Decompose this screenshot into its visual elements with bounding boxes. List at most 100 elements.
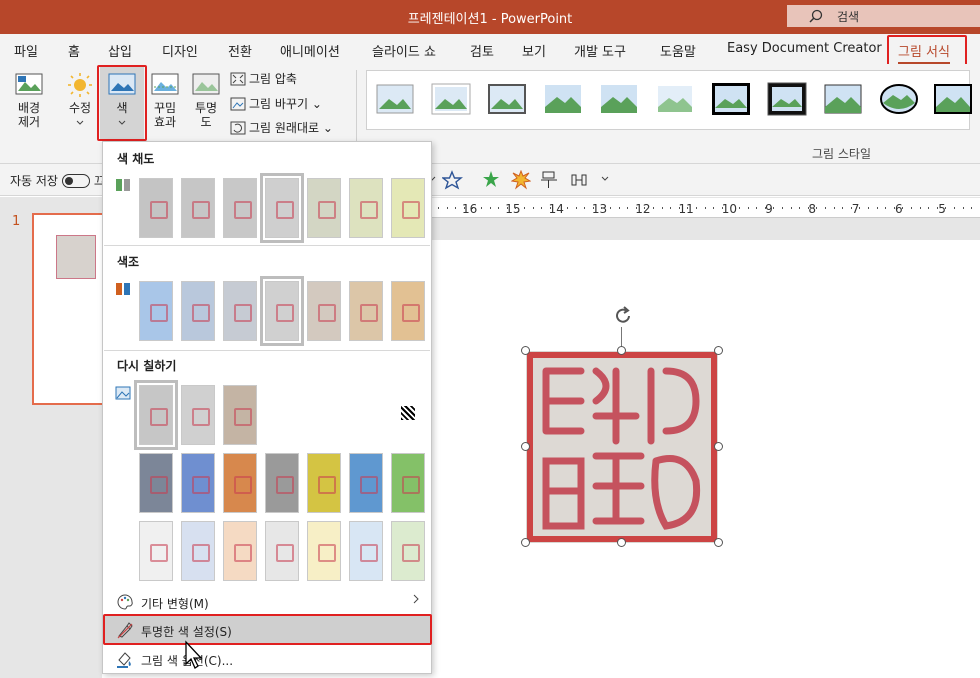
picture-color-options-item[interactable]: 그림 색 옵션(C)... bbox=[104, 645, 430, 673]
ruler-tick-mark bbox=[704, 207, 706, 209]
tab-2[interactable]: 삽입 bbox=[108, 41, 132, 60]
recolor-swatch[interactable] bbox=[181, 385, 215, 445]
resize-handle-top[interactable] bbox=[617, 346, 626, 355]
seal-image[interactable] bbox=[526, 351, 718, 543]
recolor-swatch[interactable] bbox=[307, 453, 341, 513]
saturation-swatch[interactable] bbox=[181, 178, 215, 238]
toggle-switch[interactable] bbox=[61, 174, 90, 188]
ruler-tick-mark bbox=[713, 207, 715, 209]
recolor-swatch[interactable] bbox=[391, 521, 425, 581]
tab-3[interactable]: 디자인 bbox=[162, 41, 198, 60]
recolor-swatch[interactable] bbox=[223, 453, 257, 513]
picture-style-3[interactable] bbox=[487, 81, 527, 117]
picture-style-2[interactable] bbox=[431, 81, 471, 117]
recolor-swatch[interactable] bbox=[139, 453, 173, 513]
reset-picture-button[interactable]: 그림 원래대로 ⌄ bbox=[230, 119, 333, 136]
remove-background-button[interactable]: 배경 제거 bbox=[10, 72, 48, 129]
ruler-tick-label: 7 bbox=[851, 202, 860, 216]
picture-style-7[interactable] bbox=[711, 81, 751, 117]
recolor-empty-swatch[interactable] bbox=[401, 406, 415, 420]
recolor-swatch[interactable] bbox=[265, 521, 299, 581]
tone-swatch[interactable] bbox=[307, 281, 341, 341]
saturation-swatch[interactable] bbox=[260, 173, 304, 243]
resize-handle-bottom-left[interactable] bbox=[521, 538, 530, 547]
change-picture-icon bbox=[230, 97, 246, 111]
tab-4[interactable]: 전환 bbox=[228, 41, 252, 60]
compress-pictures-button[interactable]: 그림 압축 bbox=[230, 70, 297, 87]
recolor-swatch[interactable] bbox=[181, 453, 215, 513]
autosave-toggle[interactable]: 자동 저장 끄 bbox=[10, 172, 105, 189]
tab-6[interactable]: 슬라이드 쇼 bbox=[372, 41, 436, 60]
saturation-swatch[interactable] bbox=[349, 178, 383, 238]
resize-handle-top-right[interactable] bbox=[714, 346, 723, 355]
recolor-swatch[interactable] bbox=[181, 521, 215, 581]
picture-style-4[interactable] bbox=[543, 81, 583, 117]
tab-12[interactable]: 그림 서식 bbox=[898, 41, 950, 64]
picture-style-10[interactable] bbox=[879, 81, 919, 117]
recolor-swatch[interactable] bbox=[223, 385, 257, 445]
artistic-effects-button[interactable]: 꾸밈 효과 bbox=[146, 72, 184, 129]
set-transparent-color-item[interactable]: 투명한 색 설정(S) bbox=[104, 616, 430, 644]
align-icon[interactable] bbox=[540, 170, 558, 190]
resize-handle-left[interactable] bbox=[521, 442, 530, 451]
recolor-swatch[interactable] bbox=[307, 521, 341, 581]
seal-stamp-graphic bbox=[527, 352, 717, 542]
tab-0[interactable]: 파일 bbox=[14, 41, 38, 60]
burst-icon[interactable] bbox=[511, 170, 531, 190]
change-picture-button[interactable]: 그림 바꾸기 ⌄ bbox=[230, 95, 322, 112]
ruler-tick-mark bbox=[868, 207, 869, 209]
star-green-icon[interactable] bbox=[482, 170, 500, 188]
picture-style-5[interactable] bbox=[599, 81, 639, 117]
resize-handle-right[interactable] bbox=[714, 442, 723, 451]
corrections-button[interactable]: 수정 bbox=[62, 72, 98, 129]
recolor-swatch[interactable] bbox=[349, 453, 383, 513]
search-box[interactable]: 검색 bbox=[787, 5, 980, 27]
picture-style-6[interactable] bbox=[655, 81, 695, 117]
recolor-swatch[interactable] bbox=[223, 521, 257, 581]
color-button[interactable]: 색 bbox=[100, 66, 144, 140]
ruler-tick-mark bbox=[764, 207, 766, 209]
rotate-handle-icon[interactable] bbox=[612, 305, 634, 327]
picture-style-9[interactable] bbox=[823, 81, 863, 117]
recolor-swatch[interactable] bbox=[349, 521, 383, 581]
recolor-swatch[interactable] bbox=[391, 453, 425, 513]
picture-style-8[interactable] bbox=[767, 81, 807, 117]
star-outline-icon[interactable] bbox=[442, 170, 464, 190]
saturation-swatch[interactable] bbox=[223, 178, 257, 238]
transparent-color-pen-icon bbox=[117, 622, 133, 639]
tab-7[interactable]: 검토 bbox=[470, 41, 494, 60]
tab-8[interactable]: 보기 bbox=[522, 41, 546, 60]
resize-handle-top-left[interactable] bbox=[521, 346, 530, 355]
recolor-swatch[interactable] bbox=[265, 453, 299, 513]
tone-swatch[interactable] bbox=[223, 281, 257, 341]
ruler-tick-label: 16 bbox=[462, 202, 478, 216]
transparency-button[interactable]: 투명 도 bbox=[188, 72, 224, 129]
resize-handle-bottom-right[interactable] bbox=[714, 538, 723, 547]
tone-swatch[interactable] bbox=[349, 281, 383, 341]
ruler-tick-mark bbox=[558, 207, 560, 209]
saturation-swatch[interactable] bbox=[139, 178, 173, 238]
picture-style-1[interactable] bbox=[375, 81, 415, 117]
recolor-swatch[interactable] bbox=[134, 380, 178, 450]
tone-swatch[interactable] bbox=[181, 281, 215, 341]
tone-swatch[interactable] bbox=[391, 281, 425, 341]
tab-9[interactable]: 개발 도구 bbox=[574, 41, 626, 60]
recolor-swatch[interactable] bbox=[139, 521, 173, 581]
ruler-tick-mark bbox=[885, 207, 887, 209]
saturation-swatch[interactable] bbox=[307, 178, 341, 238]
more-commands-icon[interactable] bbox=[601, 176, 609, 182]
artistic-effects-icon bbox=[151, 73, 179, 95]
slide-thumbnail[interactable] bbox=[32, 213, 112, 405]
resize-handle-bottom[interactable] bbox=[617, 538, 626, 547]
tone-swatch[interactable] bbox=[260, 276, 304, 346]
tab-1[interactable]: 홈 bbox=[68, 41, 80, 60]
tone-swatch[interactable] bbox=[139, 281, 173, 341]
more-variations-item[interactable]: 기타 변형(M) bbox=[104, 588, 430, 616]
picture-style-11[interactable] bbox=[933, 81, 973, 117]
tab-5[interactable]: 애니메이션 bbox=[280, 41, 340, 60]
tab-10[interactable]: 도움말 bbox=[660, 41, 696, 60]
saturation-swatch[interactable] bbox=[391, 178, 425, 238]
ruler-tick-mark bbox=[438, 207, 439, 209]
tab-11[interactable]: Easy Document Creator bbox=[727, 41, 882, 56]
distribute-icon[interactable] bbox=[570, 170, 588, 190]
